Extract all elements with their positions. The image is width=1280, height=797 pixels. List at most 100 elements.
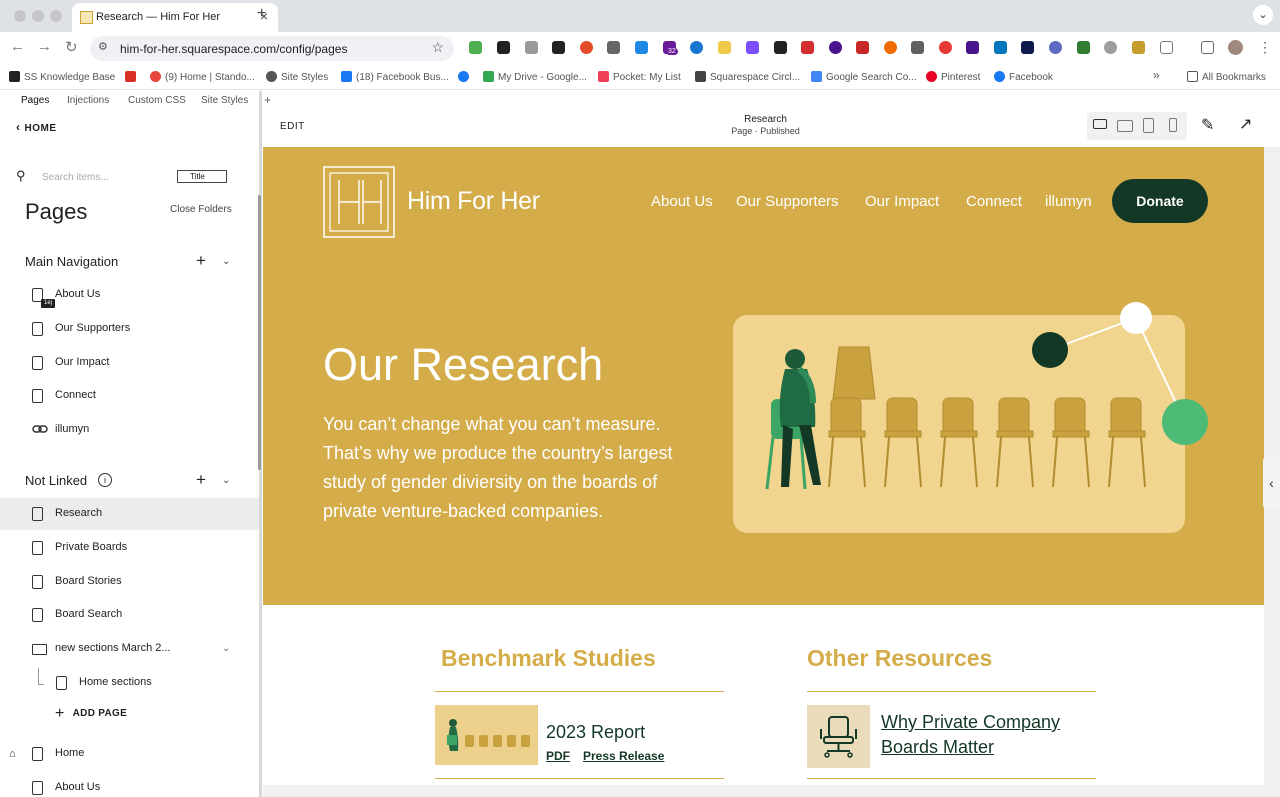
tab-site-styles[interactable]: Site Styles bbox=[201, 95, 248, 106]
pdf-link[interactable]: PDF bbox=[546, 749, 570, 763]
bookmark-item[interactable]: Pinterest bbox=[926, 71, 980, 83]
extension-icon[interactable] bbox=[801, 41, 814, 54]
report-thumbnail[interactable] bbox=[435, 705, 538, 765]
adblock-icon[interactable] bbox=[939, 41, 952, 54]
page-item-our-impact[interactable]: Our Impact bbox=[0, 347, 259, 379]
tablet-landscape-icon[interactable] bbox=[1117, 120, 1133, 132]
tablet-portrait-icon[interactable] bbox=[1143, 118, 1154, 133]
bookmark-item[interactable]: (18) Facebook Bus... bbox=[341, 71, 449, 83]
page-item-home-sections[interactable]: Home sections bbox=[0, 667, 259, 699]
add-page-plus-icon[interactable]: + bbox=[196, 470, 206, 490]
page-item-home[interactable]: Home bbox=[0, 738, 259, 770]
side-panel-icon[interactable] bbox=[1201, 41, 1214, 54]
open-external-icon[interactable]: ↗ bbox=[1239, 114, 1252, 134]
forward-arrow-icon[interactable]: → bbox=[37, 38, 52, 55]
color-picker-icon[interactable] bbox=[580, 41, 593, 54]
site-nav-about-us[interactable]: About Us bbox=[651, 193, 713, 210]
site-styles-brush-icon[interactable]: ✎ bbox=[1201, 115, 1214, 135]
bookmark-item[interactable]: Squarespace Circl... bbox=[695, 71, 800, 83]
bookmark-star-icon[interactable]: ☆ bbox=[431, 39, 444, 56]
extension-icon[interactable] bbox=[718, 41, 731, 54]
profile-avatar[interactable] bbox=[1228, 40, 1243, 55]
camera-icon[interactable] bbox=[525, 41, 538, 54]
home-back-link[interactable]: ‹ HOME bbox=[16, 120, 57, 134]
window-close-button[interactable] bbox=[14, 10, 26, 22]
bookmark-item[interactable]: Site Styles bbox=[266, 71, 328, 83]
press-release-link[interactable]: Press Release bbox=[583, 749, 664, 763]
bookmark-item[interactable]: Google Search Co... bbox=[811, 71, 917, 83]
tab-pages[interactable]: Pages bbox=[21, 95, 49, 106]
extension-icon[interactable] bbox=[635, 41, 648, 54]
bookmark-item[interactable]: Pocket: My List bbox=[598, 71, 681, 83]
pen-icon[interactable] bbox=[774, 41, 787, 54]
site-nav-connect[interactable]: Connect bbox=[966, 193, 1022, 210]
browser-tab[interactable]: Research — Him For Her × bbox=[72, 3, 278, 32]
extension-icon[interactable] bbox=[1021, 41, 1034, 54]
address-bar[interactable]: ⚙ him-for-her.squarespace.com/config/pag… bbox=[90, 36, 454, 61]
page-item-board-stories[interactable]: Board Stories bbox=[0, 566, 259, 598]
new-tab-button[interactable]: + bbox=[257, 5, 266, 23]
extension-icon[interactable] bbox=[1049, 41, 1062, 54]
page-item-illumyn[interactable]: illumyn bbox=[0, 414, 259, 446]
collapse-panel-chevron-icon[interactable]: ‹ bbox=[1263, 457, 1280, 509]
extension-icon[interactable] bbox=[746, 41, 759, 54]
extension-icon[interactable] bbox=[911, 41, 924, 54]
page-item-research[interactable]: Research bbox=[0, 498, 259, 530]
close-folders-button[interactable]: Close Folders bbox=[170, 204, 232, 215]
extension-icon[interactable] bbox=[966, 41, 979, 54]
back-arrow-icon[interactable]: ← bbox=[10, 38, 25, 55]
search-filter-select[interactable]: Title bbox=[177, 170, 227, 183]
chevron-down-icon[interactable]: ⌄ bbox=[222, 475, 230, 486]
wordpress-icon[interactable] bbox=[552, 41, 565, 54]
crop-icon[interactable] bbox=[607, 41, 620, 54]
search-input[interactable]: Search items... bbox=[42, 172, 109, 183]
extension-icon[interactable] bbox=[497, 41, 510, 54]
extension-icon[interactable] bbox=[1077, 41, 1090, 54]
tab-custom-css[interactable]: Custom CSS bbox=[128, 95, 186, 106]
resource-thumbnail[interactable] bbox=[807, 705, 870, 768]
add-page-button[interactable]: + ADD PAGE bbox=[55, 705, 127, 723]
site-settings-icon[interactable]: ⚙ bbox=[98, 40, 108, 53]
browser-menu-icon[interactable]: ⋮ bbox=[1258, 39, 1272, 56]
chevron-down-icon[interactable]: ⌄ bbox=[222, 643, 230, 654]
brand-name[interactable]: Him For Her bbox=[407, 187, 540, 216]
chevron-down-icon[interactable]: ⌄ bbox=[222, 256, 230, 267]
site-nav-illumyn[interactable]: illumyn bbox=[1045, 193, 1092, 210]
bookmark-item[interactable]: SS Knowledge Base bbox=[9, 71, 115, 83]
puzzle-icon[interactable] bbox=[1160, 41, 1173, 54]
bookmark-item[interactable] bbox=[125, 71, 140, 83]
extension-icon[interactable] bbox=[884, 41, 897, 54]
window-minimize-button[interactable] bbox=[32, 10, 44, 22]
extension-icon[interactable] bbox=[829, 41, 842, 54]
report-title[interactable]: 2023 Report bbox=[546, 722, 645, 743]
page-item-our-supporters[interactable]: Our Supporters bbox=[0, 313, 259, 345]
add-page-plus-icon[interactable]: + bbox=[196, 251, 206, 271]
tab-search-button[interactable]: ⌄ bbox=[1253, 5, 1273, 25]
window-zoom-button[interactable] bbox=[50, 10, 62, 22]
extension-icon[interactable] bbox=[1132, 41, 1145, 54]
pdf-icon[interactable] bbox=[856, 41, 869, 54]
bookmark-item[interactable]: Facebook bbox=[994, 71, 1053, 83]
mobile-icon[interactable] bbox=[1169, 118, 1177, 132]
info-icon[interactable]: i bbox=[98, 473, 112, 487]
all-bookmarks-button[interactable]: All Bookmarks bbox=[1187, 71, 1266, 83]
bookmark-item[interactable]: (9) Home | Stando... bbox=[150, 71, 255, 83]
edit-button[interactable]: EDIT bbox=[280, 121, 305, 132]
page-item-board-search[interactable]: Board Search bbox=[0, 599, 259, 631]
extension-icon[interactable] bbox=[994, 41, 1007, 54]
page-item-about-us[interactable]: About Us bbox=[0, 279, 259, 311]
more-bookmarks-button[interactable]: » bbox=[1153, 68, 1160, 82]
extension-icon[interactable] bbox=[1104, 41, 1117, 54]
site-nav-our-impact[interactable]: Our Impact bbox=[865, 193, 939, 210]
folder-item-new-sections[interactable]: new sections March 2... ⌄ bbox=[0, 633, 259, 665]
page-item-connect[interactable]: Connect bbox=[0, 380, 259, 412]
panel-scrollbar[interactable] bbox=[258, 195, 261, 470]
reload-icon[interactable]: ↻ bbox=[65, 38, 78, 56]
desktop-icon[interactable] bbox=[1093, 119, 1107, 129]
bookmark-item[interactable] bbox=[458, 71, 473, 83]
donate-button[interactable]: Donate bbox=[1112, 179, 1208, 223]
page-item-about-us-2[interactable]: About Us bbox=[0, 772, 259, 797]
url-text[interactable]: him-for-her.squarespace.com/config/pages bbox=[120, 42, 347, 56]
page-item-private-boards[interactable]: Private Boards bbox=[0, 532, 259, 564]
resource-title-link[interactable]: Why Private Company Boards Matter bbox=[881, 710, 1101, 760]
